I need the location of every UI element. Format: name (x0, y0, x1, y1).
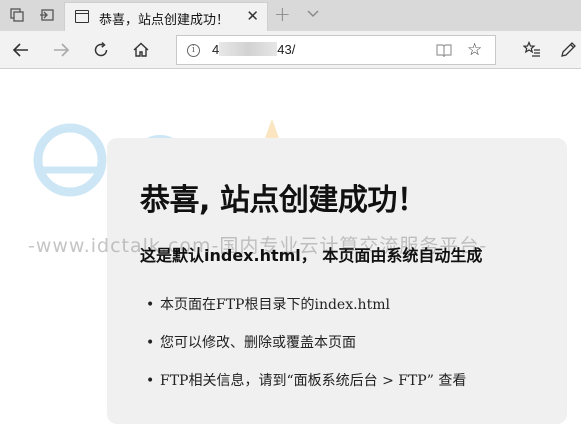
redacted-url-segment (219, 42, 278, 56)
tab-title: 恭喜，站点创建成功！ (99, 13, 230, 28)
tab-strip: 恭喜，站点创建成功！ ✕ + (0, 0, 581, 31)
notes-pen-icon[interactable] (557, 40, 579, 60)
page-heading: 恭喜, 站点创建成功！ (140, 183, 427, 218)
close-tab-icon[interactable]: ✕ (246, 8, 259, 24)
navigation-bar: i 4 43/ ☆ (0, 31, 581, 69)
address-bar[interactable]: i 4 43/ ☆ (176, 35, 496, 65)
list-item: 您可以修改、删除或覆盖本页面 (146, 332, 466, 370)
chevron-down-icon[interactable] (306, 6, 320, 25)
refresh-icon[interactable] (90, 40, 112, 60)
list-item: 本页面在FTP根目录下的index.html (146, 294, 466, 332)
page-subheading: 这是默认index.html， 本页面由系统自动生成 (140, 246, 483, 265)
url-text: 4 43/ (212, 42, 296, 57)
active-tab[interactable]: 恭喜，站点创建成功！ ✕ (64, 2, 268, 31)
reading-view-icon[interactable] (435, 43, 453, 63)
page-viewport: T LK 云说 恭喜, 站点创建成功！ -www.idctalk.com-国内专… (0, 70, 581, 433)
favorite-star-icon[interactable]: ☆ (467, 41, 482, 59)
set-tabs-aside-icon[interactable] (36, 5, 58, 25)
new-tab-icon[interactable]: + (274, 4, 291, 24)
forward-icon[interactable] (50, 40, 72, 60)
list-item: FTP相关信息，请到“面板系统后台 > FTP” 查看 (146, 370, 466, 408)
favorites-hub-icon[interactable] (521, 40, 543, 60)
info-list: 本页面在FTP根目录下的index.html 您可以修改、删除或覆盖本页面 FT… (146, 294, 466, 408)
home-icon[interactable] (130, 40, 152, 60)
tab-preview-icon[interactable] (6, 5, 28, 25)
page-icon (75, 10, 89, 23)
back-icon[interactable] (10, 40, 32, 60)
site-info-icon[interactable]: i (187, 44, 200, 57)
